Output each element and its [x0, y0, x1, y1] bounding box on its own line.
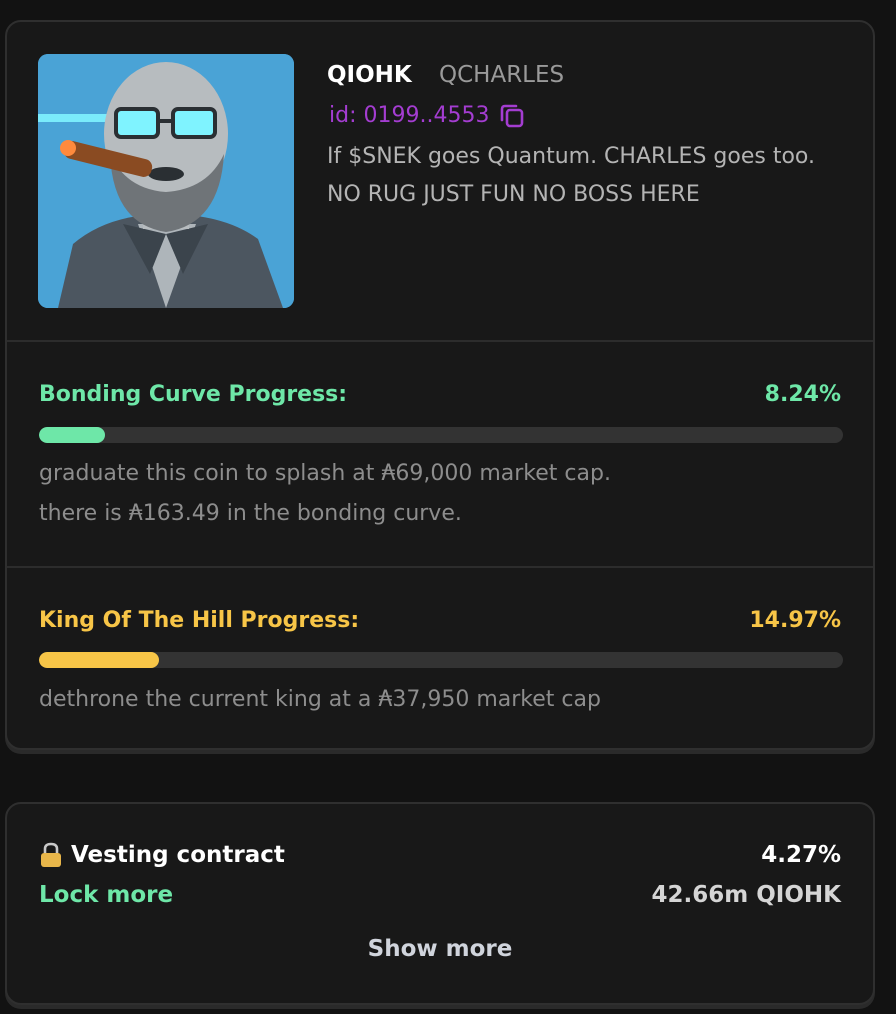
bonding-curve-progress-fill [39, 427, 106, 443]
token-description: If $SNEK goes Quantum. CHARLES goes too.… [327, 144, 815, 207]
divider [7, 340, 873, 342]
vesting-title: Vesting contract [71, 842, 285, 868]
token-info-card: QIOHK QCHARLES id: 0199..4553 If $SNEK g… [5, 20, 875, 750]
koth-progress-fill [39, 652, 160, 668]
copy-icon[interactable] [497, 100, 527, 130]
vesting-percent: 4.27% [761, 842, 841, 868]
token-avatar [38, 54, 294, 308]
bonding-curve-progress-bar [39, 427, 843, 443]
vesting-card: Vesting contract 4.27% Lock more 42.66m … [5, 802, 875, 1005]
vesting-title-row: Vesting contract [39, 842, 285, 868]
divider [7, 566, 873, 568]
koth-note: dethrone the current king at a ₳37,950 m… [39, 687, 601, 712]
avatar-image [38, 54, 294, 308]
koth-progress-bar [39, 652, 843, 668]
vesting-amount: 42.66m QIOHK [651, 882, 841, 908]
token-ticker: QIOHK [327, 62, 412, 88]
token-id-row: id: 0199..4553 [329, 100, 527, 130]
bonding-curve-note-2: there is ₳163.49 in the bonding curve. [39, 501, 462, 526]
lock-icon [41, 842, 61, 867]
bonding-curve-title: Bonding Curve Progress: [39, 382, 348, 407]
bonding-curve-note-1: graduate this coin to splash at ₳69,000 … [39, 461, 611, 486]
token-username[interactable]: QCHARLES [439, 62, 564, 88]
koth-percent: 14.97% [749, 608, 841, 633]
token-header: QIOHK QCHARLES id: 0199..4553 If $SNEK g… [7, 22, 873, 342]
koth-title: King Of The Hill Progress: [39, 608, 360, 633]
token-id: id: 0199..4553 [329, 102, 490, 128]
bonding-curve-percent: 8.24% [764, 382, 841, 407]
show-more-button[interactable]: Show more [7, 936, 873, 962]
lock-more-link[interactable]: Lock more [39, 882, 173, 908]
